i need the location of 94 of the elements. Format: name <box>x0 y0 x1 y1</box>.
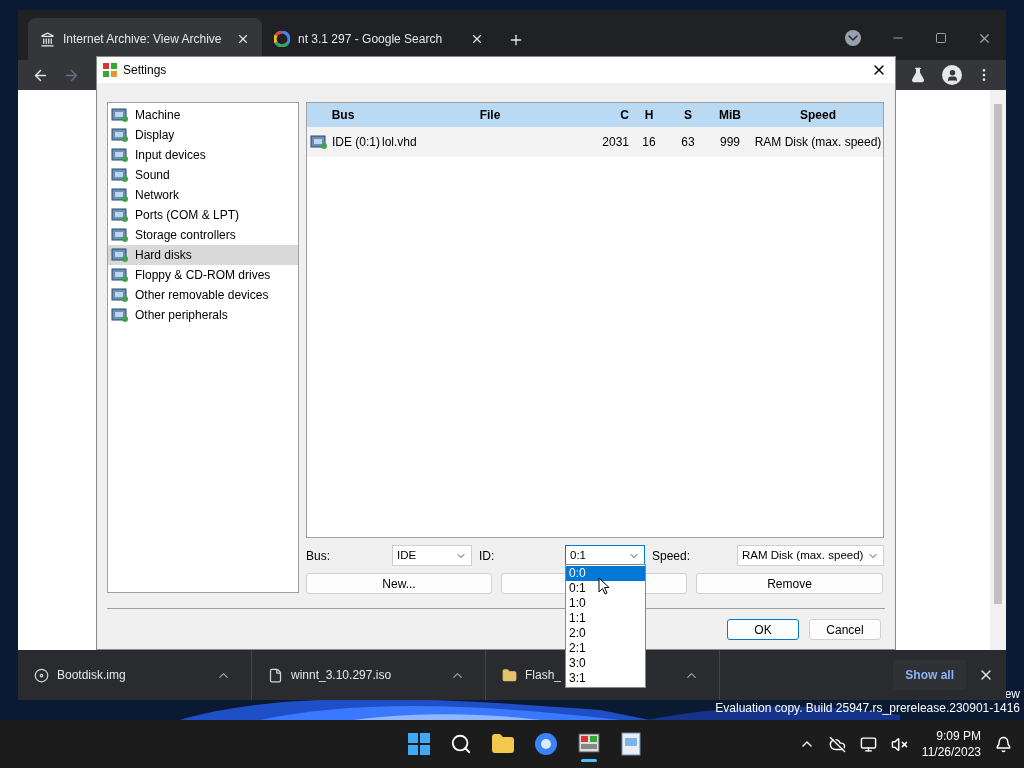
volume-muted-icon[interactable] <box>890 735 908 753</box>
download-name: winnt_3.10.297.iso <box>291 667 392 684</box>
device-icon <box>111 247 129 263</box>
cancel-button[interactable]: Cancel <box>809 619 881 640</box>
device-icon <box>111 227 129 243</box>
network-icon[interactable] <box>859 735 877 753</box>
category-item[interactable]: Sound <box>108 165 298 185</box>
clock-time[interactable]: 9:09 PM <box>936 728 981 744</box>
category-item[interactable]: Ports (COM & LPT) <box>108 205 298 225</box>
maximize-icon[interactable] <box>935 32 947 44</box>
dropdown-option[interactable]: 0:0 <box>566 566 645 581</box>
new-tab-icon[interactable] <box>508 32 524 48</box>
bus-label: Bus: <box>306 547 331 565</box>
download-name: Flash_ <box>525 667 562 684</box>
folder-icon[interactable] <box>490 732 515 756</box>
start-icon[interactable] <box>406 732 431 756</box>
close-icon[interactable] <box>470 32 484 46</box>
table-cell: 16 <box>642 135 656 149</box>
watermark-text: Evaluation copy. Build 25947.rs_prerelease.230901-1416 <box>715 701 1020 715</box>
disc-icon <box>34 667 49 683</box>
download-name: Bootdisk.img <box>57 667 126 684</box>
folder-icon <box>502 667 517 683</box>
search-icon[interactable] <box>449 733 472 755</box>
category-item[interactable]: Storage controllers <box>108 225 298 245</box>
category-item[interactable]: Other removable devices <box>108 285 298 305</box>
file-icon <box>268 667 283 683</box>
category-item[interactable]: Floppy & CD-ROM drives <box>108 265 298 285</box>
category-item[interactable]: Input devices <box>108 145 298 165</box>
column-header[interactable]: H <box>629 106 669 124</box>
device-icon <box>310 134 328 150</box>
g-logo-icon <box>274 31 290 47</box>
close-icon[interactable] <box>236 32 250 46</box>
bus-select[interactable]: IDE <box>392 545 472 566</box>
cloud-off-icon[interactable] <box>828 735 846 753</box>
device-icon <box>111 287 129 303</box>
dropdown-option[interactable]: 1:1 <box>566 611 645 626</box>
device-icon <box>111 127 129 143</box>
device-icon <box>111 187 129 203</box>
dropdown-option[interactable]: 3:0 <box>566 656 645 671</box>
table-cell: 2031 <box>602 135 629 149</box>
tab-title: Internet Archive: View Archive <box>63 31 223 48</box>
table-row[interactable]: IDE (0:1) lol.vhd 2031 16 63 999 RAM Disk (max. speed) <box>307 127 883 157</box>
tab-search-icon[interactable] <box>845 30 861 46</box>
device-icon <box>111 267 129 283</box>
browser-icon[interactable] <box>533 732 558 756</box>
dropdown-option[interactable]: 2:1 <box>566 641 645 656</box>
id-label: ID: <box>478 547 496 565</box>
category-item[interactable]: Hard disks <box>108 245 298 265</box>
flask-icon[interactable] <box>910 67 926 83</box>
category-item[interactable]: Machine <box>108 105 298 125</box>
table-cell: lol.vhd <box>382 135 417 149</box>
dropdown-option[interactable]: 1:0 <box>566 596 645 611</box>
remove-button[interactable]: Remove <box>696 573 883 594</box>
active-indicator <box>580 758 597 762</box>
device-icon <box>111 207 129 223</box>
dropdown-option[interactable]: 3:1 <box>566 671 645 686</box>
new-button[interactable]: New... <box>306 573 492 594</box>
show-all-button[interactable]: Show all <box>893 660 966 690</box>
category-item[interactable]: Other peripherals <box>108 305 298 325</box>
scrollbar[interactable] <box>990 90 1006 650</box>
notification-icon[interactable] <box>995 735 1012 753</box>
column-header[interactable]: Bus <box>307 106 379 124</box>
window-title: Settings <box>123 62 168 79</box>
mouse-cursor-icon <box>598 577 610 595</box>
column-header[interactable]: Speed <box>753 106 883 124</box>
column-header[interactable]: C <box>601 106 629 124</box>
building-icon <box>40 31 55 47</box>
app-icon <box>103 63 117 77</box>
profile-icon[interactable] <box>945 68 959 82</box>
ok-button[interactable]: OK <box>727 619 799 640</box>
speed-select[interactable]: RAM Disk (max. speed) <box>737 545 884 566</box>
device-icon <box>111 147 129 163</box>
device-icon <box>111 107 129 123</box>
browser-tab[interactable]: nt 3.1 297 - Google Search <box>262 18 496 60</box>
device-icon <box>111 167 129 183</box>
tab-title: nt 3.1 297 - Google Search <box>298 31 444 48</box>
id-select[interactable]: 0:1 <box>565 545 645 566</box>
dropdown-option[interactable]: 0:1 <box>566 581 645 596</box>
device-icon <box>111 307 129 323</box>
column-header[interactable]: S <box>669 106 707 124</box>
document-icon[interactable] <box>619 732 642 756</box>
category-item[interactable]: Network <box>108 185 298 205</box>
table-cell: 999 <box>720 135 740 149</box>
clock-date[interactable]: 11/26/2023 <box>921 744 981 760</box>
dropdown-option[interactable]: 2:0 <box>566 626 645 641</box>
category-item[interactable]: Display <box>108 125 298 145</box>
table-cell-text: IDE (0:1) <box>332 134 380 151</box>
app-icon[interactable] <box>576 731 601 756</box>
column-header[interactable]: MiB <box>707 106 753 124</box>
table-cell: 63 <box>681 135 695 149</box>
browser-tab[interactable]: Internet Archive: View Archive <box>28 18 262 60</box>
table-cell: RAM Disk (max. speed) <box>754 135 882 149</box>
column-header[interactable]: File <box>379 106 601 124</box>
speed-label: Speed: <box>651 547 692 565</box>
